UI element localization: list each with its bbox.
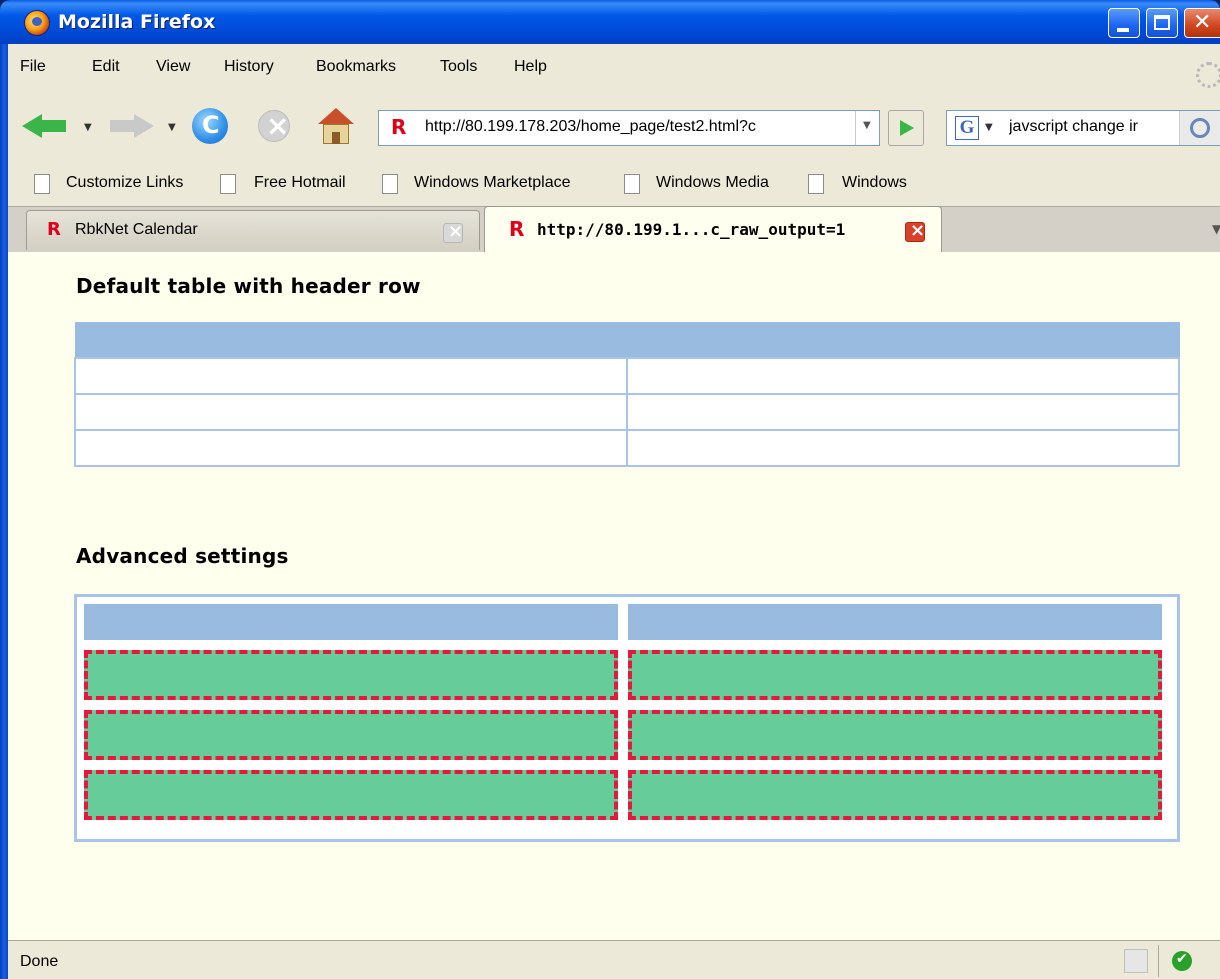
dashed-cell (84, 770, 618, 820)
tab-list-dropdown[interactable]: ▼ (1212, 222, 1220, 236)
menu-view[interactable]: View (156, 58, 190, 76)
header-row (84, 604, 1162, 640)
search-engine-icon[interactable]: G (955, 116, 979, 140)
window-title: Mozilla Firefox (58, 11, 216, 33)
tab-rbknet-calendar[interactable]: R RbkNet Calendar (26, 210, 480, 250)
status-bar: Done (8, 940, 1220, 979)
table-row (74, 429, 1180, 467)
page-icon (382, 174, 398, 194)
bookmark-free-hotmail[interactable]: Free Hotmail (254, 174, 346, 192)
page-content: Default table with header row Advanced s… (8, 252, 1220, 940)
back-button[interactable] (22, 108, 66, 144)
url-history-dropdown[interactable] (855, 111, 880, 145)
window-frame-left (0, 44, 8, 979)
forward-arrow-icon (134, 114, 154, 138)
go-button[interactable] (888, 110, 924, 146)
page-icon (624, 174, 640, 194)
firefox-logo-icon (24, 10, 50, 36)
maximize-icon (1154, 15, 1170, 30)
bookmark-windows-media[interactable]: Windows Media (656, 174, 769, 192)
dashed-cell (628, 770, 1162, 820)
page-info-icon[interactable] (1124, 949, 1148, 973)
menu-bookmarks[interactable]: Bookmarks (316, 58, 396, 76)
section-heading-advanced-settings: Advanced settings (76, 544, 289, 568)
menu-file[interactable]: File (20, 58, 46, 76)
address-bar[interactable]: R http://80.199.178.203/home_page/test2.… (378, 110, 880, 146)
table-row (74, 357, 1180, 395)
dashed-cell (84, 650, 618, 700)
table-row (74, 393, 1180, 431)
url-input[interactable]: http://80.199.178.203/home_page/test2.ht… (425, 118, 825, 136)
page-icon (34, 174, 50, 194)
search-icon[interactable] (1179, 111, 1220, 145)
section-heading-default-table: Default table with header row (76, 274, 421, 298)
tab-close-icon[interactable] (443, 221, 463, 243)
dashed-cell (628, 710, 1162, 760)
header-cell (84, 604, 618, 640)
header-row (74, 322, 1180, 359)
table-row (84, 650, 1162, 700)
stop-button[interactable] (258, 109, 290, 142)
home-button[interactable] (318, 108, 354, 144)
tab-active[interactable]: R http://80.199.1...c_raw_output=1 (484, 206, 942, 252)
throbber-icon (1196, 62, 1220, 88)
maximize-button[interactable] (1146, 8, 1178, 38)
tab-favicon-icon: R (509, 217, 525, 241)
bookmark-customize-links[interactable]: Customize Links (66, 174, 183, 192)
back-arrow-icon (22, 114, 42, 138)
tab-label: RbkNet Calendar (75, 221, 198, 238)
menu-help[interactable]: Help (514, 58, 547, 76)
menu-tools[interactable]: Tools (440, 58, 477, 76)
status-text: Done (20, 953, 59, 970)
minimize-button[interactable] (1108, 8, 1140, 38)
close-window-button[interactable]: ✕ (1184, 8, 1220, 38)
back-history-dropdown[interactable]: ▼ (84, 122, 92, 133)
menu-edit[interactable]: Edit (92, 58, 120, 76)
reload-button[interactable] (192, 108, 228, 144)
site-favicon-icon: R (391, 115, 407, 139)
search-input[interactable]: javscript change ir (1009, 118, 1187, 136)
tab-label: http://80.199.1...c_raw_output=1 (537, 220, 846, 239)
table-cell (626, 357, 1180, 395)
bookmark-windows[interactable]: Windows (842, 174, 907, 192)
advanced-table-grid (84, 604, 1162, 820)
close-icon: ✕ (1193, 10, 1212, 35)
title-bar: Mozilla Firefox ✕ (0, 0, 1220, 44)
table-cell (626, 393, 1180, 431)
table-cell (74, 393, 628, 431)
dashed-cell (628, 650, 1162, 700)
security-ok-icon[interactable] (1172, 951, 1192, 971)
search-engine-dropdown[interactable]: ▼ (985, 122, 993, 133)
menu-history[interactable]: History (224, 58, 274, 76)
tab-close-icon[interactable] (905, 220, 925, 242)
table-cell (74, 429, 628, 467)
bookmarks-toolbar: Customize Links Free Hotmail Windows Mar… (8, 164, 1220, 204)
dashed-cell (84, 710, 618, 760)
advanced-table (74, 594, 1180, 842)
header-cell (618, 604, 1162, 640)
default-table (74, 322, 1180, 467)
page-icon (220, 174, 236, 194)
page-icon (808, 174, 824, 194)
browser-window: Mozilla Firefox ✕ File Edit View History… (0, 0, 1220, 979)
header-cell (74, 322, 1180, 359)
search-bar[interactable]: G ▼ javscript change ir (946, 110, 1220, 146)
tab-favicon-icon: R (47, 219, 61, 240)
table-row (84, 770, 1162, 820)
minimize-icon (1117, 28, 1129, 32)
table-row (84, 710, 1162, 760)
bookmark-windows-marketplace[interactable]: Windows Marketplace (414, 174, 571, 192)
forward-history-dropdown[interactable]: ▼ (168, 122, 176, 133)
forward-button[interactable] (110, 108, 154, 144)
table-cell (74, 357, 628, 395)
table-cell (626, 429, 1180, 467)
